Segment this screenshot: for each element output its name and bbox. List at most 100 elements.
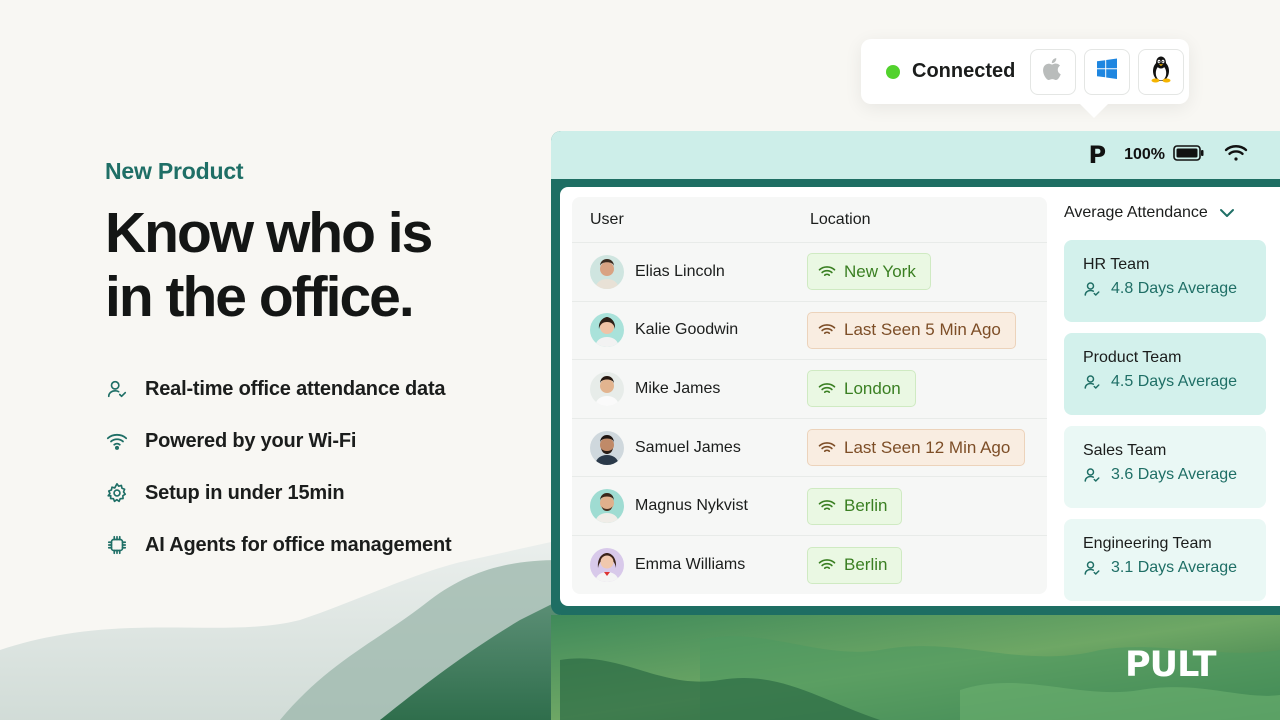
battery-icon [1173,144,1204,166]
table-row[interactable]: Magnus Nykvist Berlin [572,477,1047,536]
app-menu-icon[interactable]: P [1088,141,1106,169]
team-average: 3.1 Days Average [1083,559,1266,577]
content-panel: User Location Elias Lincoln New York Kal… [560,187,1280,606]
team-name: HR Team [1083,256,1150,273]
user-name: Samuel James [635,438,741,456]
location-badge: Last Seen 5 Min Ago [807,311,1016,349]
user-name: Magnus Nykvist [635,497,748,515]
wifi-icon [105,429,129,453]
table-header: User Location [572,197,1047,243]
team-name: Product Team [1083,349,1182,366]
location-badge: Last Seen 12 Min Ago [807,429,1026,467]
location-badge: London [807,370,916,408]
location-badge: Berlin [807,546,903,584]
chevron-down-icon [1219,209,1234,217]
feature-text: AI Agents for office management [145,533,452,556]
column-header-user: User [590,210,624,228]
wifi-icon [818,441,836,452]
user-check-icon [1084,468,1100,482]
attendance-title: Average Attendance [1064,204,1208,221]
user-location-table: User Location Elias Lincoln New York Kal… [572,197,1047,594]
avatar [590,548,624,583]
user-check-icon [1084,561,1100,575]
eyebrow-label: New Product [105,158,244,184]
linux-button[interactable] [1138,48,1185,95]
linux-icon [1148,55,1174,88]
team-average-text: 3.1 Days Average [1111,559,1238,576]
location-text: Berlin [844,496,888,516]
platform-buttons [1030,48,1185,95]
chip-icon [105,533,129,557]
windows-icon [1095,57,1119,86]
feature-item: Setup in under 15min [105,467,525,519]
user-check-icon [105,377,129,401]
table-row[interactable]: Emma Williams Berlin [572,536,1047,594]
team-average: 4.8 Days Average [1083,280,1266,298]
headline: Know who is in the office. [105,201,525,329]
table-row[interactable]: Elias Lincoln New York [572,243,1047,302]
feature-item: AI Agents for office management [105,519,525,571]
team-average-text: 3.6 Days Average [1111,466,1238,483]
team-name: Sales Team [1083,442,1167,459]
avatar [590,254,624,289]
brand-logo: PULT [1125,645,1216,685]
wifi-icon [818,500,836,511]
battery-percentage: 100% [1124,146,1165,163]
headline-line-2: in the office. [105,265,415,329]
headline-line-1: Know who is [105,201,433,265]
feature-text: Real-time office attendance data [145,377,446,400]
user-check-icon [1084,375,1100,389]
table-row[interactable]: Kalie Goodwin Last Seen 5 Min Ago [572,302,1047,361]
avatar [590,313,624,348]
wifi-icon [818,324,836,335]
team-name: Engineering Team [1083,535,1212,552]
wifi-status-icon [1224,143,1248,168]
gear-icon [105,481,129,505]
feature-text: Setup in under 15min [145,481,345,504]
avatar [590,371,624,406]
connection-status-label: Connected [912,60,1016,82]
location-text: New York [844,261,916,281]
wifi-icon [818,265,836,276]
team-card[interactable]: HR Team 4.8 Days Average [1064,240,1266,322]
location-badge: New York [807,253,931,291]
team-average-text: 4.5 Days Average [1111,373,1238,390]
location-badge: Berlin [807,487,903,525]
team-average: 4.5 Days Average [1083,373,1266,391]
team-average-text: 4.8 Days Average [1111,280,1238,297]
location-text: Last Seen 5 Min Ago [844,320,1001,340]
team-average: 3.6 Days Average [1083,466,1266,484]
windows-button[interactable] [1084,48,1131,95]
status-dot [886,64,900,79]
team-card[interactable]: Product Team 4.5 Days Average [1064,333,1266,415]
location-text: Last Seen 12 Min Ago [844,437,1011,457]
team-card[interactable]: Engineering Team 3.1 Days Average [1064,519,1266,601]
team-card[interactable]: Sales Team 3.6 Days Average [1064,426,1266,508]
avatar [590,430,624,465]
hero-section: New Product Know who is in the office. R… [105,158,525,571]
avatar [590,489,624,524]
feature-text: Powered by your Wi-Fi [145,429,357,452]
user-name: Mike James [635,379,721,397]
attendance-panel: Average Attendance HR Team 4.8 Days Aver… [1064,197,1266,601]
table-row[interactable]: Mike James London [572,360,1047,419]
menu-bar: P 100% [551,131,1280,179]
user-name: Elias Lincoln [635,262,725,280]
app-window: P 100% User Location Elias Lincoln New Y… [551,131,1280,615]
wifi-icon [818,383,836,393]
apple-button[interactable] [1030,48,1077,95]
feature-item: Real-time office attendance data [105,363,525,415]
apple-icon [1040,56,1066,87]
user-name: Emma Williams [635,556,746,574]
attendance-dropdown[interactable]: Average Attendance [1064,197,1266,229]
feature-list: Real-time office attendance data Powered… [105,363,525,571]
connection-status-popover: Connected [861,39,1189,118]
user-name: Kalie Goodwin [635,321,739,339]
table-row[interactable]: Samuel James Last Seen 12 Min Ago [572,419,1047,478]
wifi-icon [818,559,836,570]
location-text: Berlin [844,555,888,575]
location-text: London [844,378,901,398]
user-check-icon [1084,282,1100,296]
feature-item: Powered by your Wi-Fi [105,415,525,467]
column-header-location: Location [810,210,871,228]
